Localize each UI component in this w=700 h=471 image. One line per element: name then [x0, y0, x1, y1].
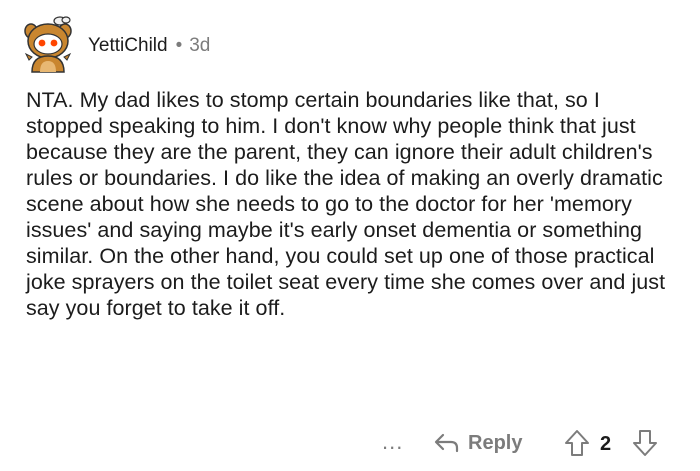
vote-count: 2 — [600, 433, 612, 455]
downvote-button[interactable] — [632, 429, 658, 462]
comment-header: YettiChild • 3d — [88, 33, 210, 59]
username-link[interactable]: YettiChild — [88, 33, 168, 59]
avatar[interactable] — [20, 14, 76, 74]
more-options-button[interactable]: ... — [382, 428, 403, 456]
reply-label: Reply — [468, 431, 523, 454]
upvote-arrow-icon — [565, 430, 589, 456]
upvote-button[interactable] — [564, 429, 590, 462]
comment-actions: ... Reply 2 — [0, 426, 700, 460]
meta-separator: • — [175, 35, 183, 56]
downvote-arrow-icon — [633, 430, 657, 456]
comment-body: NTA. My dad likes to stomp certain bound… — [26, 88, 666, 320]
snoo-avatar-icon — [24, 16, 72, 73]
reply-button[interactable]: Reply — [434, 428, 522, 458]
reply-arrow-icon — [434, 433, 459, 453]
comment: YettiChild • 3d NTA. My dad likes to sto… — [0, 0, 700, 471]
comment-age: 3d — [189, 35, 211, 56]
